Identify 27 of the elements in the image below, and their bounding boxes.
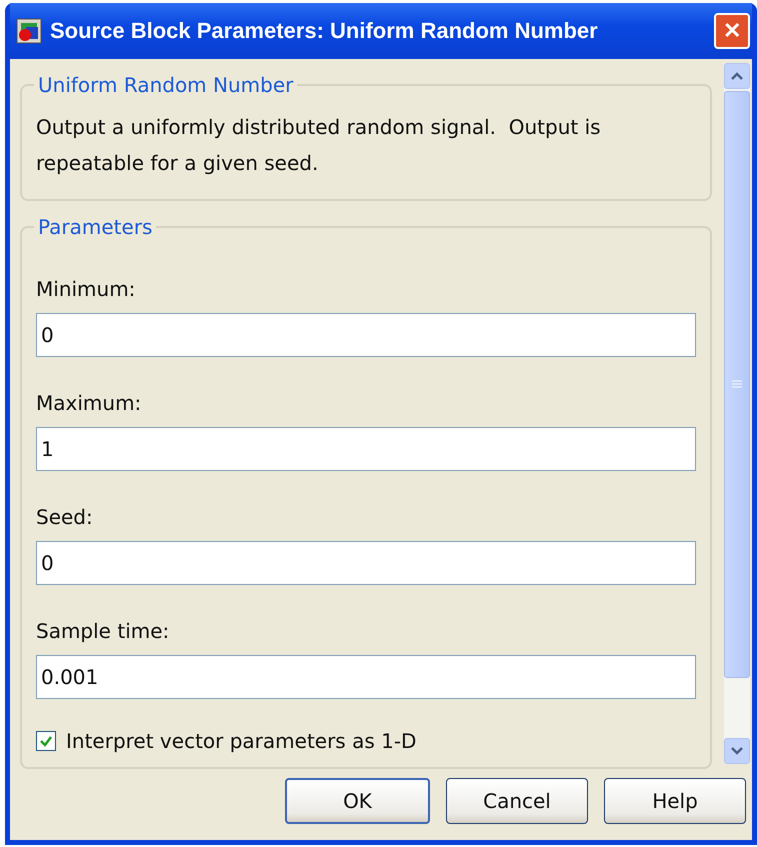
input-field[interactable]: 0.001 [36, 655, 696, 699]
group-title: Uniform Random Number [37, 73, 294, 97]
block-description: Output a uniformly distributed random signal. Output is repeatable for a given seed. [36, 114, 602, 177]
checkbox[interactable] [36, 731, 56, 751]
field-label: Seed: [36, 505, 94, 529]
chevron-down-icon [730, 746, 744, 756]
field-label: Minimum: [36, 277, 136, 301]
scroll-thumb[interactable] [724, 91, 750, 678]
scrollbar[interactable] [724, 63, 750, 764]
checkmark-icon [39, 734, 53, 748]
field-label: Maximum: [36, 391, 142, 415]
scroll-up-button[interactable] [724, 63, 750, 89]
dialog-button[interactable]: OK [285, 778, 430, 824]
dialog-button[interactable]: Help [604, 778, 746, 824]
field-label: Sample time: [36, 619, 170, 643]
input-field[interactable]: 1 [36, 427, 696, 471]
block-diagram-icon [16, 18, 42, 44]
window-title: Source Block Parameters: Uniform Random Number [50, 18, 599, 44]
checkbox-label: Interpret vector parameters as 1-D [66, 729, 416, 753]
input-field[interactable]: 0 [36, 313, 696, 357]
close-button[interactable]: ✕ [714, 13, 750, 49]
group-title: Parameters [37, 215, 154, 239]
input-field[interactable]: 0 [36, 541, 696, 585]
scroll-down-button[interactable] [724, 738, 750, 764]
grip-icon [731, 380, 743, 390]
chevron-up-icon [730, 71, 744, 81]
dialog-button[interactable]: Cancel [446, 778, 588, 824]
